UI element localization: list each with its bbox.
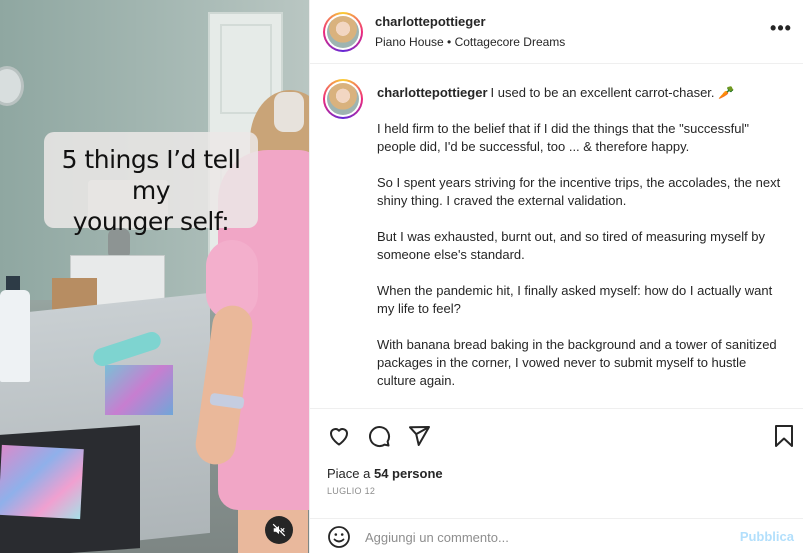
lotion-bottle — [0, 290, 30, 382]
caption-paragraph: So I spent years striving for the incent… — [377, 175, 781, 208]
comment-bar: Pubblica — [310, 518, 803, 553]
caption-paragraph: I held firm to the belief that if I did … — [377, 121, 749, 154]
caption-username[interactable]: charlottepottieger — [377, 85, 488, 100]
post-actions: Piace a 54 persone LUGLIO 12 — [310, 408, 803, 518]
post-date[interactable]: LUGLIO 12 — [327, 486, 375, 496]
publish-button[interactable]: Pubblica — [740, 529, 794, 544]
hair-clip — [274, 92, 304, 132]
caption-text: charlottepottieger I used to be an excell… — [377, 84, 787, 408]
bookmark-icon[interactable] — [771, 423, 797, 449]
overlay-line: 5 things I’d tell my — [61, 145, 241, 205]
likes-number[interactable]: 54 persone — [374, 466, 443, 481]
post-media-video[interactable]: 5 things I’d tell my younger self: — [0, 0, 309, 553]
comment-icon[interactable] — [366, 423, 392, 449]
caption-paragraph: When the pandemic hit, I finally asked m… — [377, 283, 773, 316]
likes-count[interactable]: Piace a 54 persone — [327, 466, 443, 481]
share-icon[interactable] — [406, 423, 432, 449]
header-username[interactable]: charlottepottieger — [375, 14, 486, 29]
caption-paragraph: I used to be an excellent carrot-chaser.… — [490, 85, 735, 100]
overlay-line: younger self: — [72, 207, 230, 236]
caption-paragraph: But I was exhausted, burnt out, and so t… — [377, 229, 766, 262]
art-print — [0, 444, 84, 520]
post-header: charlottepottieger Piano House • Cottage… — [310, 0, 803, 64]
mute-button[interactable] — [265, 516, 293, 544]
muted-speaker-icon — [272, 523, 286, 537]
comment-input[interactable] — [365, 527, 725, 547]
post-side-panel: charlottepottieger Piano House • Cottage… — [309, 0, 803, 553]
location-link[interactable]: Piano House • Cottagecore Dreams — [375, 35, 565, 49]
caption-paragraph: With banana bread baking in the backgrou… — [377, 337, 777, 388]
video-text-overlay: 5 things I’d tell my younger self: — [44, 132, 258, 236]
avatar[interactable] — [323, 12, 363, 52]
likes-prefix: Piace a — [327, 466, 374, 481]
more-options-icon[interactable]: ••• — [770, 19, 792, 41]
caption-avatar[interactable] — [323, 79, 363, 119]
heart-icon[interactable] — [326, 423, 352, 449]
art-print — [105, 365, 173, 415]
caption-scroll-area[interactable]: charlottepottieger I used to be an excell… — [310, 65, 803, 408]
emoji-icon[interactable] — [326, 524, 352, 550]
